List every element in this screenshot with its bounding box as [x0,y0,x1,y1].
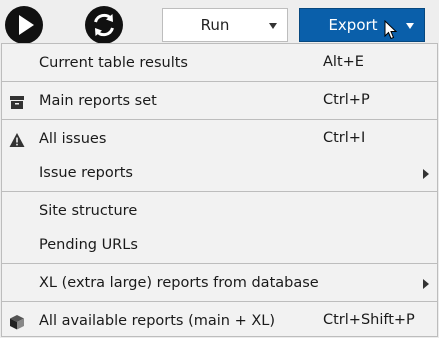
menu-item-pending-urls[interactable]: Pending URLs [2,231,437,261]
mouse-cursor-icon [384,20,398,40]
refresh-icon [85,6,123,44]
menu-separator [2,119,437,120]
menu-item-shortcut: Alt+E [323,54,364,70]
play-icon [5,6,43,44]
chevron-down-icon [269,23,277,29]
menu-item-all-issues[interactable]: All issues Ctrl+I [2,125,437,155]
run-dropdown-button[interactable]: Run [162,8,288,42]
menu-item-main-reports-set[interactable]: Main reports set Ctrl+P [2,87,437,117]
toolbar: Run Export [0,0,439,48]
menu-item-shortcut: Ctrl+I [323,130,366,146]
menu-separator [2,301,437,302]
refresh-button[interactable] [84,5,124,45]
menu-separator [2,81,437,82]
warning-icon [9,133,25,147]
export-dropdown-button[interactable]: Export [299,8,425,42]
menu-item-label: XL (extra large) reports from database [39,275,319,291]
menu-item-label: Site structure [39,203,138,219]
menu-item-issue-reports[interactable]: Issue reports [2,159,437,189]
menu-item-label: Issue reports [39,165,133,181]
menu-item-label: Current table results [39,55,188,71]
menu-separator [2,263,437,264]
export-menu: Current table results Alt+E Main reports… [1,43,438,337]
menu-item-shortcut: Ctrl+P [323,92,370,108]
menu-item-label: All issues [39,131,107,147]
cube-icon [10,315,24,330]
menu-item-all-available-reports[interactable]: All available reports (main + XL) Ctrl+S… [2,307,437,337]
run-label: Run [200,16,230,34]
chevron-right-icon [423,169,429,179]
menu-item-xl-reports[interactable]: XL (extra large) reports from database [2,269,437,299]
menu-item-label: All available reports (main + XL) [39,313,276,329]
chevron-down-icon [406,23,414,29]
menu-item-label: Pending URLs [39,237,138,253]
play-button[interactable] [4,5,44,45]
archive-box-icon [10,96,24,109]
chevron-right-icon [423,279,429,289]
menu-separator [2,191,437,192]
menu-item-shortcut: Ctrl+Shift+P [323,312,415,328]
menu-item-current-table-results[interactable]: Current table results Alt+E [2,49,437,79]
menu-item-label: Main reports set [39,93,157,109]
menu-item-site-structure[interactable]: Site structure [2,197,437,227]
